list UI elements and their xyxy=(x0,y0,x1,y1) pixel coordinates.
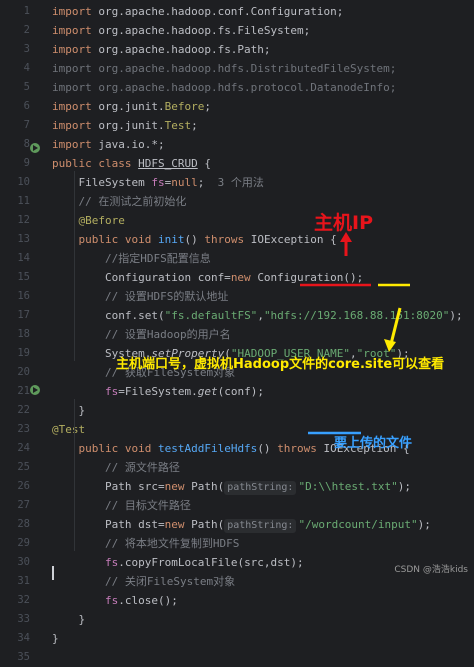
upload-file-label: 要上传的文件 xyxy=(334,436,413,451)
code-line[interactable]: 32 fs.close(); xyxy=(0,591,474,610)
annotation-arrows xyxy=(300,232,410,435)
code-editor[interactable]: 1 import org.apache.hadoop.conf.Configura… xyxy=(0,0,474,663)
watermark: CSDN @浩浩kids xyxy=(394,565,468,575)
line-number: 33 xyxy=(17,613,30,625)
code-text: fs.close(); xyxy=(52,591,178,610)
code-text: } xyxy=(52,629,59,648)
code-token: } xyxy=(52,632,59,645)
line-number: 35 xyxy=(17,651,30,663)
code-line[interactable]: 35 xyxy=(0,648,474,667)
code-token: } xyxy=(52,613,86,626)
host-ip-arrowhead xyxy=(340,232,352,242)
code-line[interactable]: 34} xyxy=(0,629,474,648)
port-note-label: 主机端口号，虚拟机Hadoop文件的core.site可以查看 xyxy=(116,357,445,372)
code-text: } xyxy=(52,610,85,629)
port-arrowhead xyxy=(384,339,396,352)
line-number: 32 xyxy=(17,594,30,606)
line-number: 34 xyxy=(17,632,30,644)
code-token: .close(); xyxy=(118,594,178,607)
code-line[interactable]: 33 } xyxy=(0,610,474,629)
port-arrow xyxy=(389,307,402,345)
code-token: fs xyxy=(104,594,119,607)
